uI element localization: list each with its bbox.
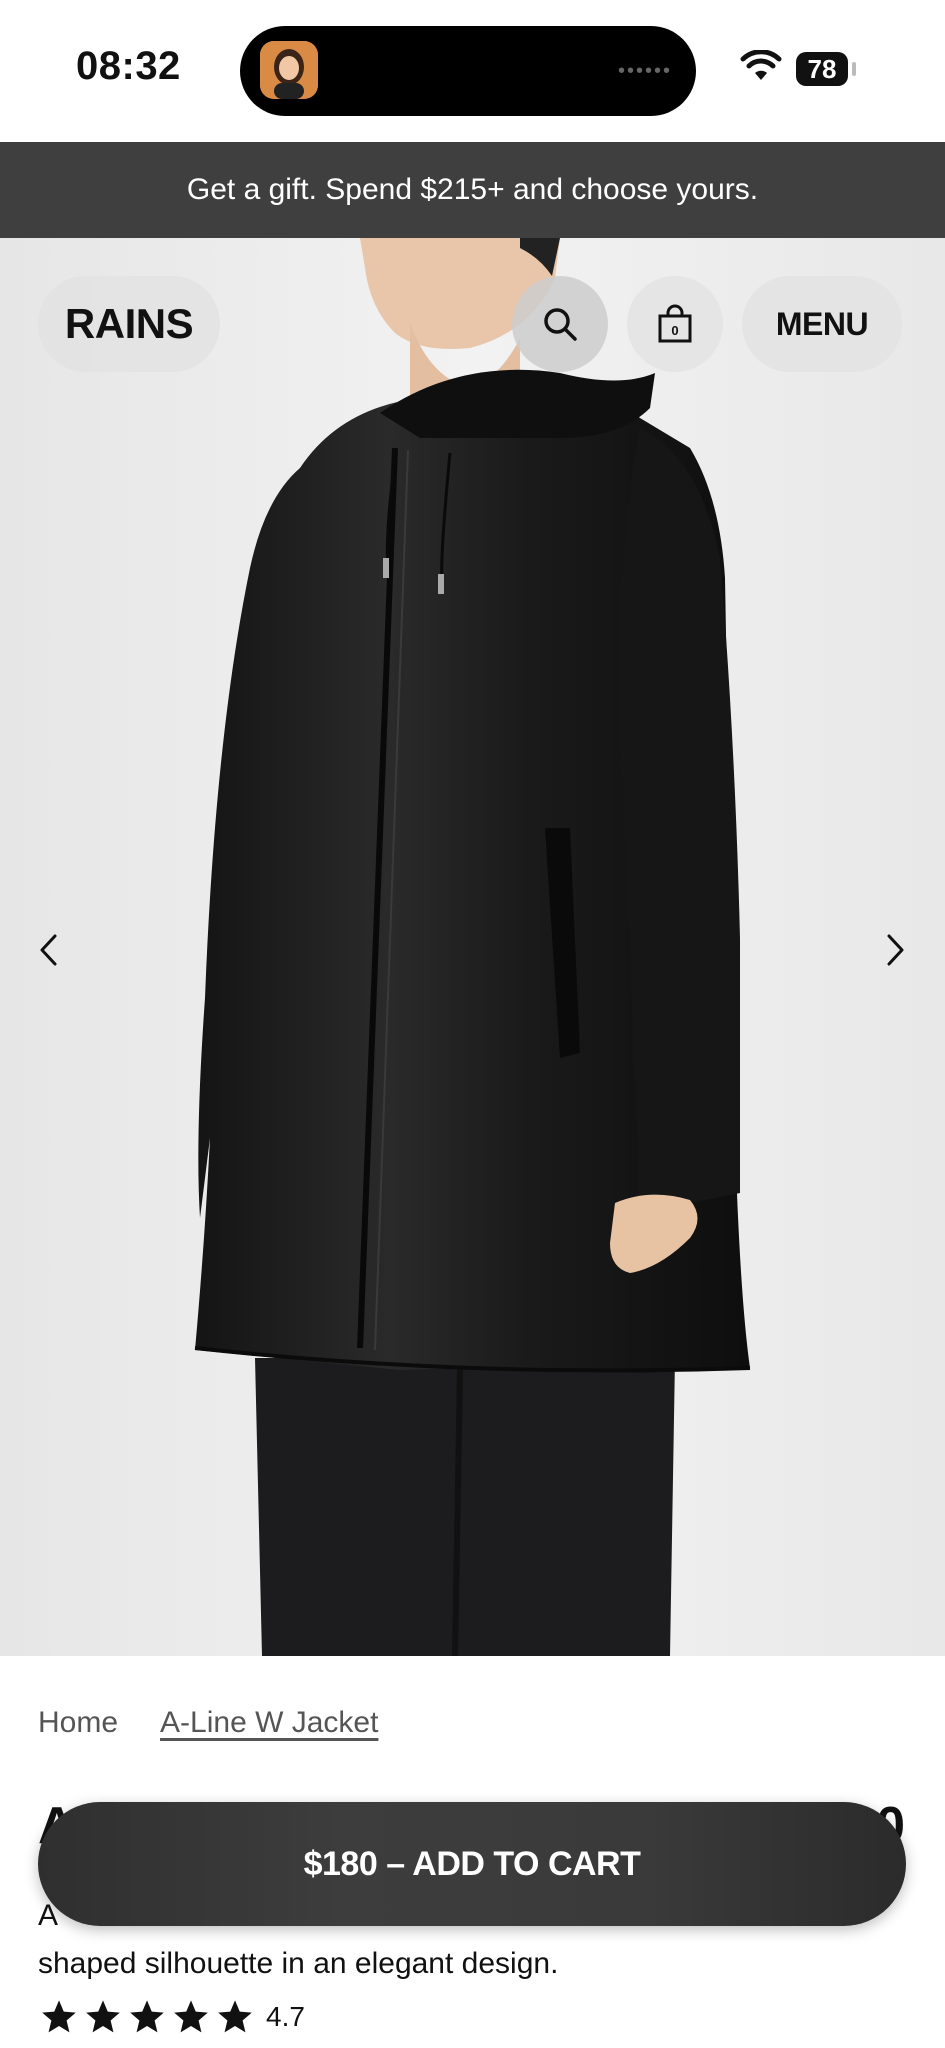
product-rating[interactable]: 4.7 — [40, 1998, 305, 2036]
product-photo — [0, 238, 945, 1656]
brand-logo[interactable]: RAINS — [38, 276, 220, 372]
next-image-button[interactable] — [874, 928, 918, 972]
previous-image-button[interactable] — [26, 928, 70, 972]
island-dots-icon: •••••• — [617, 60, 672, 82]
battery-tip — [852, 62, 856, 76]
chevron-right-icon — [887, 934, 904, 966]
battery-indicator: 78 — [796, 52, 848, 86]
add-to-cart-button[interactable]: $180 – ADD TO CART — [38, 1802, 906, 1926]
svg-text:0: 0 — [671, 323, 678, 338]
dynamic-island[interactable]: •••••• — [240, 26, 696, 116]
star-icon — [174, 2000, 208, 2033]
promo-banner[interactable]: Get a gift. Spend $215+ and choose yours… — [0, 142, 945, 238]
star-icon — [86, 2000, 120, 2033]
menu-button[interactable]: MENU — [742, 276, 902, 372]
status-bar: 08:32 •••••• 78 — [0, 0, 945, 142]
product-image-carousel[interactable]: RAINS 0 MENU — [0, 238, 945, 1656]
breadcrumb: Home A-Line W Jacket — [38, 1706, 378, 1740]
star-icon — [130, 2000, 164, 2033]
search-icon — [544, 308, 577, 341]
description-line-2: shaped silhouette in an elegant design. — [38, 1947, 559, 1980]
search-button[interactable] — [512, 276, 608, 372]
star-icon — [218, 2000, 252, 2033]
breadcrumb-home[interactable]: Home — [38, 1706, 118, 1740]
status-time: 08:32 — [76, 44, 181, 88]
star-icon — [42, 2000, 76, 2033]
wifi-icon — [740, 49, 782, 87]
shopping-bag-icon: 0 — [658, 304, 692, 343]
cart-button[interactable]: 0 — [627, 276, 723, 372]
live-activity-avatar — [260, 41, 318, 99]
chevron-left-icon — [40, 934, 57, 966]
rating-value: 4.7 — [266, 2001, 305, 2032]
breadcrumb-current[interactable]: A-Line W Jacket — [160, 1706, 378, 1740]
